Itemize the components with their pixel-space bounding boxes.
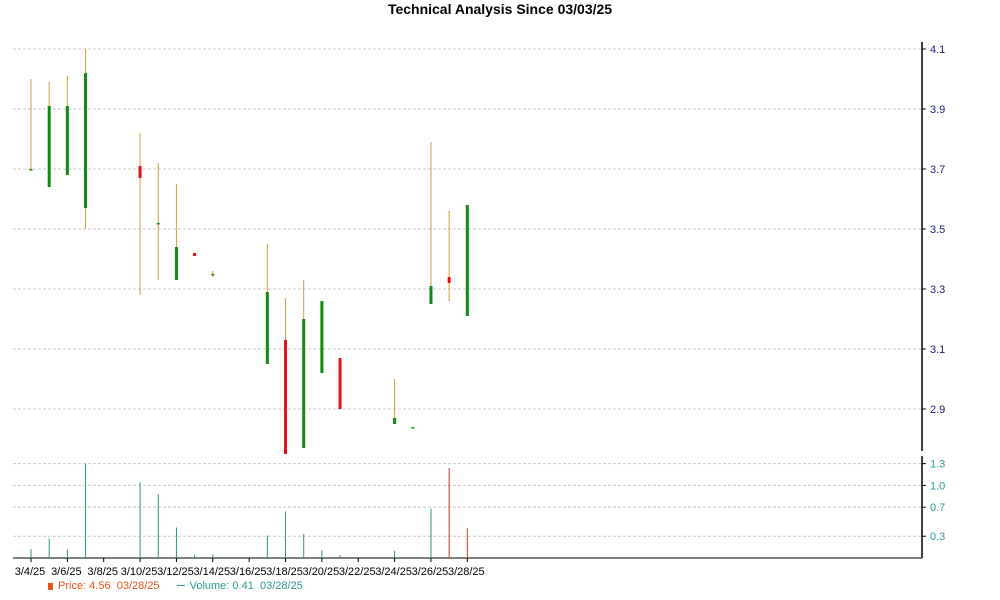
legend-volume-label: Volume: 0.41	[189, 580, 254, 592]
price-tick-label: 4.1	[930, 44, 945, 56]
candle-body	[447, 277, 451, 283]
x-tick-label: 3/10/25	[121, 566, 158, 578]
x-tick-label: 3/4/25	[15, 566, 46, 578]
volume-tick-label: 0.7	[930, 502, 945, 514]
x-tick-label: 3/8/25	[87, 566, 118, 578]
candle-body	[393, 418, 397, 424]
candle-body	[47, 106, 51, 187]
price-tick-label: 2.9	[930, 404, 945, 416]
candle-body	[211, 274, 215, 276]
legend-volume-date: 03/28/25	[259, 580, 303, 592]
price-tick-label: 3.7	[930, 164, 945, 176]
legend-price-label: Price: 4.56	[58, 580, 111, 592]
candle-body	[320, 301, 324, 373]
price-tick-label: 3.1	[930, 344, 945, 356]
candle-body	[84, 73, 88, 208]
candle-body	[193, 253, 197, 256]
x-tick-label: 3/22/25	[339, 566, 376, 578]
x-tick-label: 3/6/25	[51, 566, 82, 578]
technical-analysis-chart: 2.9 3.1 3.3 3.5 3.7 3.9 4.1 0.3 0.7 1.0 1.3 3/4/25 3…	[13, 42, 946, 578]
x-tick-label: 3/16/25	[230, 566, 267, 578]
price-tick-label: 3.5	[930, 224, 945, 236]
x-tick-label: 3/24/25	[375, 566, 412, 578]
volume-layer	[30, 463, 468, 558]
candle-body	[302, 319, 306, 448]
axis-layer	[13, 42, 926, 562]
x-tick-label: 3/26/25	[412, 566, 449, 578]
legend-volume: Volume: 0.41 03/28/25	[176, 580, 303, 592]
candle-body	[174, 247, 178, 280]
price-tick-label: 3.9	[930, 104, 945, 116]
x-tick-label: 3/28/25	[448, 566, 485, 578]
price-tick-label: 3.3	[930, 284, 945, 296]
candle-body	[284, 340, 288, 454]
candle-body	[138, 166, 142, 178]
legend-price-date: 03/28/25	[116, 580, 160, 592]
legend-price-swatch	[48, 583, 53, 590]
candle-layer	[29, 49, 469, 454]
candle-body	[156, 223, 160, 225]
x-tick-label: 3/18/25	[266, 566, 303, 578]
legend-volume-swatch	[176, 585, 185, 586]
tick-label-layer: 2.9 3.1 3.3 3.5 3.7 3.9 4.1 0.3 0.7 1.0 1.3 3/4/25 3…	[15, 44, 946, 578]
legend-price: Price: 4.56 03/28/25	[48, 580, 163, 592]
x-tick-label: 3/12/25	[157, 566, 194, 578]
candle-body	[29, 169, 33, 171]
volume-tick-label: 1.3	[930, 459, 945, 471]
candle-body	[265, 292, 269, 364]
candle-body	[338, 358, 342, 409]
x-tick-label: 3/14/25	[193, 566, 230, 578]
candle-body	[429, 286, 433, 304]
candle-body	[465, 205, 469, 316]
volume-tick-label: 1.0	[930, 480, 945, 492]
x-tick-label: 3/20/25	[303, 566, 340, 578]
volume-tick-label: 0.3	[930, 531, 945, 543]
candle-body	[411, 427, 415, 429]
candle-body	[65, 106, 69, 175]
chart-legend: Price: 4.56 03/28/25 Volume: 0.41 03/28/…	[48, 580, 303, 592]
